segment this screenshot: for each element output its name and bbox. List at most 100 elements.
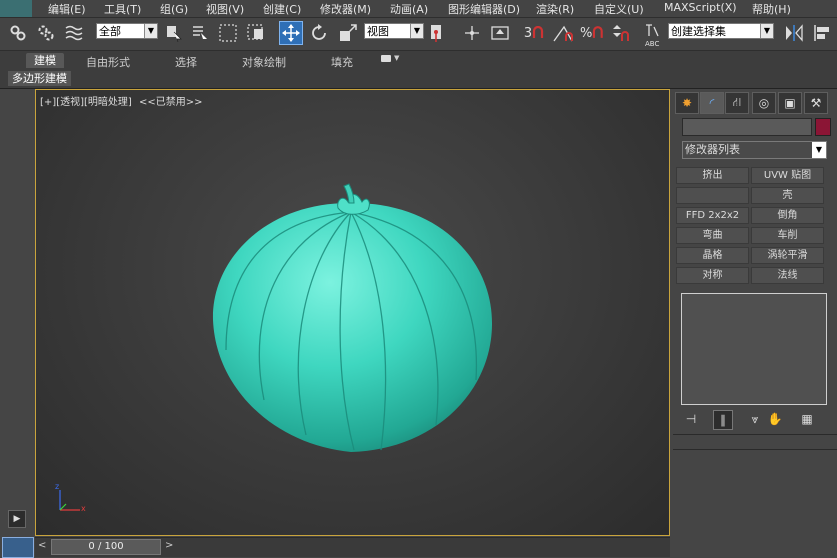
ribbon-panel: 多边形建模 [0, 70, 837, 89]
modifier-extrude-button[interactable]: 挤出 [676, 167, 749, 184]
link-icon[interactable] [6, 21, 30, 45]
rotate-icon[interactable] [307, 21, 331, 45]
tab-modeling[interactable]: 建模 [26, 53, 64, 68]
menu-views[interactable]: 视图(V) [206, 1, 244, 17]
hammer-icon: ⚒ [810, 96, 822, 110]
window-crossing-icon[interactable] [244, 21, 268, 45]
left-strip: ▶ [0, 89, 34, 558]
tab-create[interactable]: ✸ [675, 92, 699, 114]
tab-display[interactable]: ▣ [778, 92, 802, 114]
named-selection-set-dropdown[interactable]: 创建选择集 ▼ [668, 23, 774, 39]
hierarchy-icon: ⛙ [732, 95, 742, 109]
modifier-normal-button[interactable]: 法线 [751, 267, 824, 284]
modifier-turbosmooth-button[interactable]: 涡轮平滑 [751, 247, 824, 264]
move-icon[interactable] [279, 21, 303, 45]
menu-edit[interactable]: 编辑(E) [48, 1, 86, 17]
tab-populate[interactable]: 填充 [331, 54, 353, 70]
modifier-uvw-map-button[interactable]: UVW 贴图 [751, 167, 824, 184]
ribbon-tabs: 建模 自由形式 选择 对象绘制 填充 ▼ [0, 51, 837, 70]
display-icon: ▣ [784, 96, 796, 110]
menu-group[interactable]: 组(G) [160, 1, 188, 17]
pumpkin-model[interactable] [36, 90, 669, 535]
modifier-lathe-button[interactable]: 车削 [751, 227, 824, 244]
modifier-chamfer-button[interactable]: 倒角 [751, 207, 824, 224]
modifier-list-value: 修改器列表 [685, 143, 740, 156]
modifier-stack[interactable] [681, 293, 827, 405]
ribbon-options-button[interactable]: ▼ [381, 54, 399, 62]
tab-modify[interactable]: ◜ [700, 92, 724, 114]
scale-icon[interactable] [336, 21, 360, 45]
selection-filter-dropdown[interactable]: 全部 ▼ [96, 23, 158, 39]
tab-hierarchy[interactable]: ⛙ [725, 92, 749, 114]
pivot-center-icon[interactable] [426, 21, 450, 45]
reference-coordinate-dropdown[interactable]: 视图 ▼ [364, 23, 424, 39]
modifier-bend-button[interactable]: 弯曲 [676, 227, 749, 244]
tab-utilities[interactable]: ⚒ [804, 92, 828, 114]
snap-toggle-icon[interactable]: 3 [522, 21, 546, 45]
angle-snap-icon[interactable] [552, 21, 576, 45]
modifier-lattice-button[interactable]: 晶格 [676, 247, 749, 264]
polygon-modeling-label[interactable]: 多边形建模 [8, 71, 71, 86]
edit-named-selection-icon[interactable]: ABC [641, 21, 665, 48]
modifier-list-dropdown[interactable]: 修改器列表 ▼ [682, 141, 827, 159]
select-object-icon[interactable] [162, 21, 186, 45]
configure-modifier-sets-icon[interactable]: ▦ [797, 410, 817, 428]
object-color-swatch[interactable] [815, 118, 831, 136]
menu-graph-editors[interactable]: 图形编辑器(D) [448, 1, 520, 17]
menu-modifiers[interactable]: 修改器(M) [320, 1, 371, 17]
tab-object-paint[interactable]: 对象绘制 [242, 54, 286, 70]
menu-bar: 编辑(E) 工具(T) 组(G) 视图(V) 创建(C) 修改器(M) 动画(A… [0, 0, 837, 18]
modifier-ffd-button[interactable]: FFD 2x2x2 [676, 207, 749, 224]
maxscript-listener-button[interactable] [2, 537, 34, 558]
menu-customize[interactable]: 自定义(U) [594, 1, 644, 17]
snap-label: 3 [523, 25, 533, 41]
select-by-name-icon[interactable] [188, 21, 212, 45]
next-frame-icon[interactable]: > [165, 540, 173, 551]
mirror-icon[interactable] [782, 21, 806, 45]
menu-rendering[interactable]: 渲染(R) [536, 1, 574, 17]
pin-stack-icon[interactable]: ⊣ [681, 410, 701, 428]
make-unique-icon[interactable]: ⩔ [745, 410, 765, 428]
chevron-down-icon: ▼ [394, 54, 400, 62]
modifier-empty-button[interactable] [676, 187, 749, 204]
menu-tools[interactable]: 工具(T) [104, 1, 141, 17]
menu-create[interactable]: 创建(C) [263, 1, 301, 17]
tab-motion[interactable]: ◎ [752, 92, 776, 114]
abc-label: ABC [645, 40, 660, 48]
axis-tripod [59, 490, 80, 511]
chevron-down-icon: ▼ [760, 24, 773, 38]
app-logo[interactable] [0, 0, 32, 17]
chevron-down-icon: ▼ [144, 24, 157, 38]
keyboard-shortcut-override-icon[interactable] [488, 21, 512, 45]
previous-frame-icon[interactable]: < [38, 540, 46, 551]
spinner-snap-icon[interactable] [608, 21, 632, 45]
named-selection-set-value: 创建选择集 [671, 25, 726, 38]
play-icon[interactable]: ▶ [8, 510, 26, 528]
chevron-down-icon: ▼ [812, 142, 826, 158]
menu-help[interactable]: 帮助(H) [752, 1, 791, 17]
select-manipulate-icon[interactable] [460, 21, 484, 45]
unlink-icon[interactable] [34, 21, 58, 45]
time-slider-thumb[interactable]: 0 / 100 [51, 539, 161, 555]
modifier-symmetry-button[interactable]: 对称 [676, 267, 749, 284]
menu-animation[interactable]: 动画(A) [390, 1, 428, 17]
align-icon[interactable] [810, 21, 834, 45]
bind-space-warp-icon[interactable] [62, 21, 86, 45]
reference-coordinate-value: 视图 [367, 25, 389, 38]
create-star-icon: ✸ [681, 96, 693, 110]
motion-icon: ◎ [758, 96, 770, 110]
menu-maxscript[interactable]: MAXScript(X) [664, 1, 737, 14]
object-name-field[interactable] [682, 118, 812, 136]
tab-selection[interactable]: 选择 [175, 54, 197, 70]
modifier-shell-button[interactable]: 壳 [751, 187, 824, 204]
rectangular-selection-icon[interactable] [216, 21, 240, 45]
remove-modifier-icon[interactable]: ✋ [765, 410, 785, 428]
command-panel: ✸ ◜ ⛙ ◎ ▣ ⚒ 修改器列表 ▼ 挤出 UVW 贴图 壳 FFD 2x2x… [673, 89, 837, 556]
perspective-viewport[interactable]: [+][透视][明暗处理] <<已禁用>> z x [35, 89, 670, 536]
percent-snap-label: % [580, 25, 593, 41]
main-toolbar: 全部 ▼ 视图 ▼ 3 % ABC 创建选择集 ▼ [0, 18, 837, 51]
percent-snap-icon[interactable]: % [580, 21, 604, 45]
show-end-result-icon[interactable]: ∥ [713, 410, 733, 430]
tab-freeform[interactable]: 自由形式 [86, 54, 130, 70]
modify-icon: ◜ [709, 96, 715, 110]
